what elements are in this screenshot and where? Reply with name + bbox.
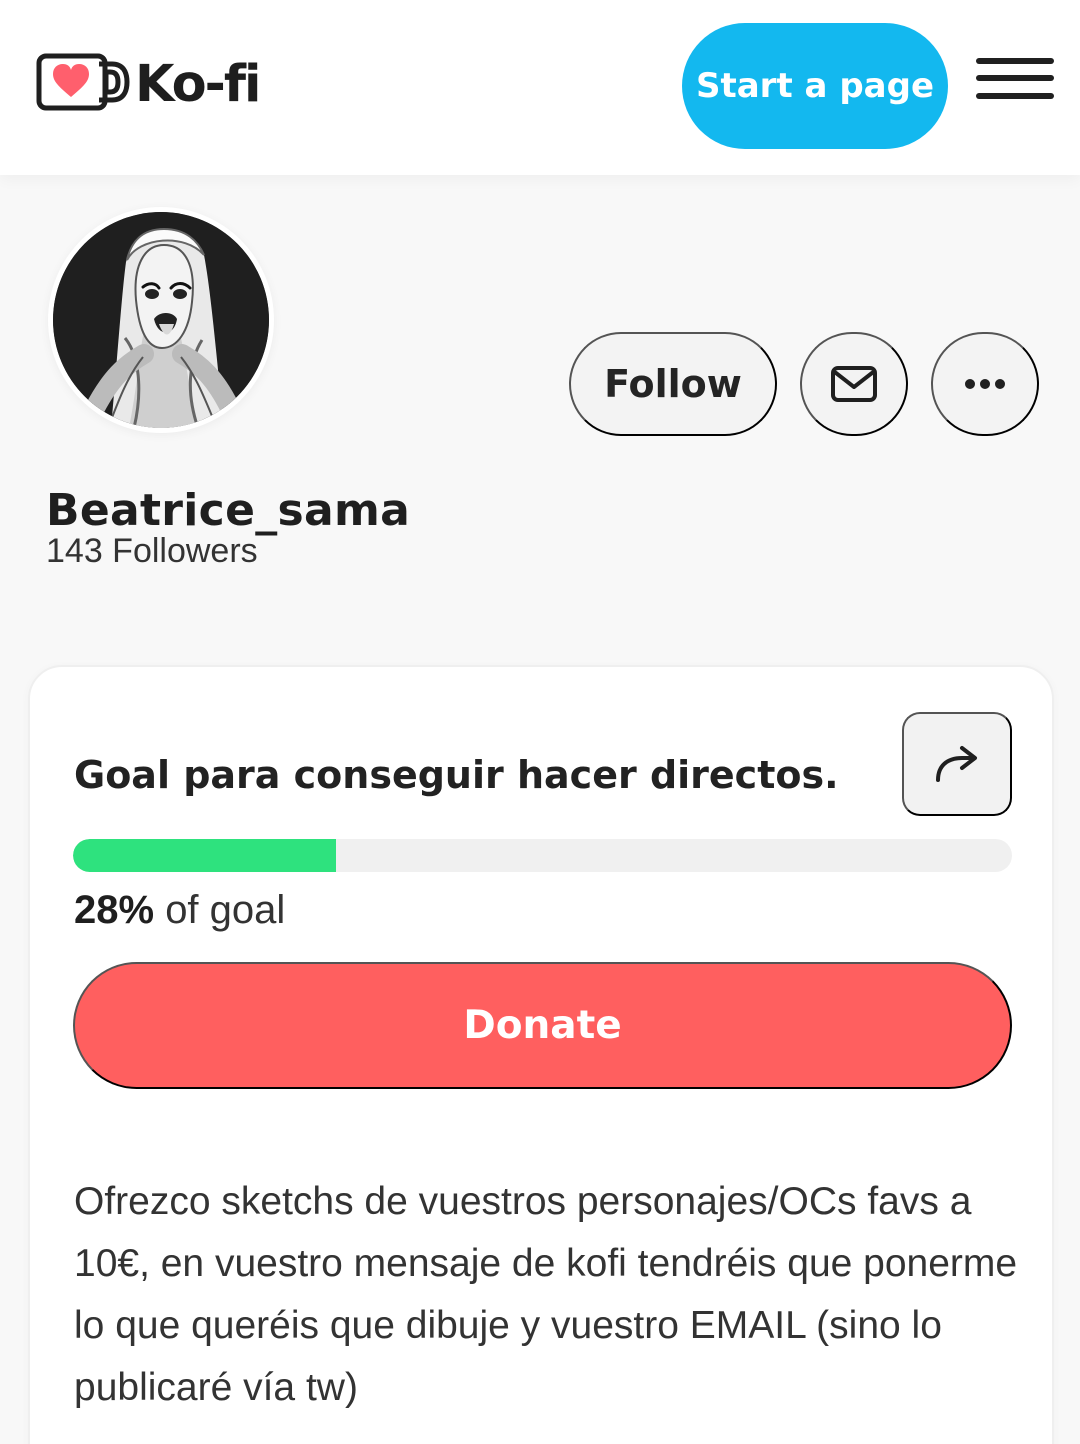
more-dots-icon [965, 379, 1005, 389]
menu-line [976, 58, 1054, 64]
goal-description: Ofrezco sketchs de vuestros personajes/O… [74, 1180, 1018, 1409]
anime-character-avatar-illustration [53, 212, 269, 428]
avatar-image [53, 212, 269, 428]
envelope-icon [831, 366, 877, 402]
goal-progress-bar [73, 839, 1012, 872]
start-a-page-button[interactable]: Start a page [682, 23, 948, 149]
share-button[interactable] [902, 712, 1012, 816]
follower-count: 143 Followers [46, 532, 258, 570]
goal-card: Goal para conseguir hacer directos. 28% … [28, 665, 1054, 1444]
goal-progress-suffix: of goal [165, 888, 286, 932]
more-options-button[interactable] [931, 332, 1039, 436]
profile-avatar[interactable] [48, 207, 274, 433]
goal-title: Goal para conseguir hacer directos. [74, 752, 839, 797]
follow-button[interactable]: Follow [569, 332, 777, 436]
menu-line [976, 93, 1054, 99]
message-button[interactable] [800, 332, 908, 436]
ko-fi-cup-icon [36, 53, 130, 111]
brand-name: Ko-fi [135, 54, 261, 114]
goal-progress-text: 28% of goal [74, 886, 285, 934]
top-navigation-bar: Ko-fi Start a page [0, 0, 1080, 175]
ko-fi-logo[interactable]: Ko-fi [36, 52, 272, 116]
goal-progress-fill [73, 839, 336, 872]
profile-username: Beatrice_sama [46, 485, 411, 537]
share-arrow-icon [936, 746, 977, 782]
donate-button[interactable]: Donate [73, 962, 1012, 1089]
menu-line [976, 75, 1054, 81]
hamburger-menu-icon[interactable] [976, 58, 1054, 100]
ko-fi-profile-page: Ko-fi Start a page Follow Beatrice_sama … [0, 0, 1080, 1444]
goal-percent: 28% [74, 888, 155, 932]
